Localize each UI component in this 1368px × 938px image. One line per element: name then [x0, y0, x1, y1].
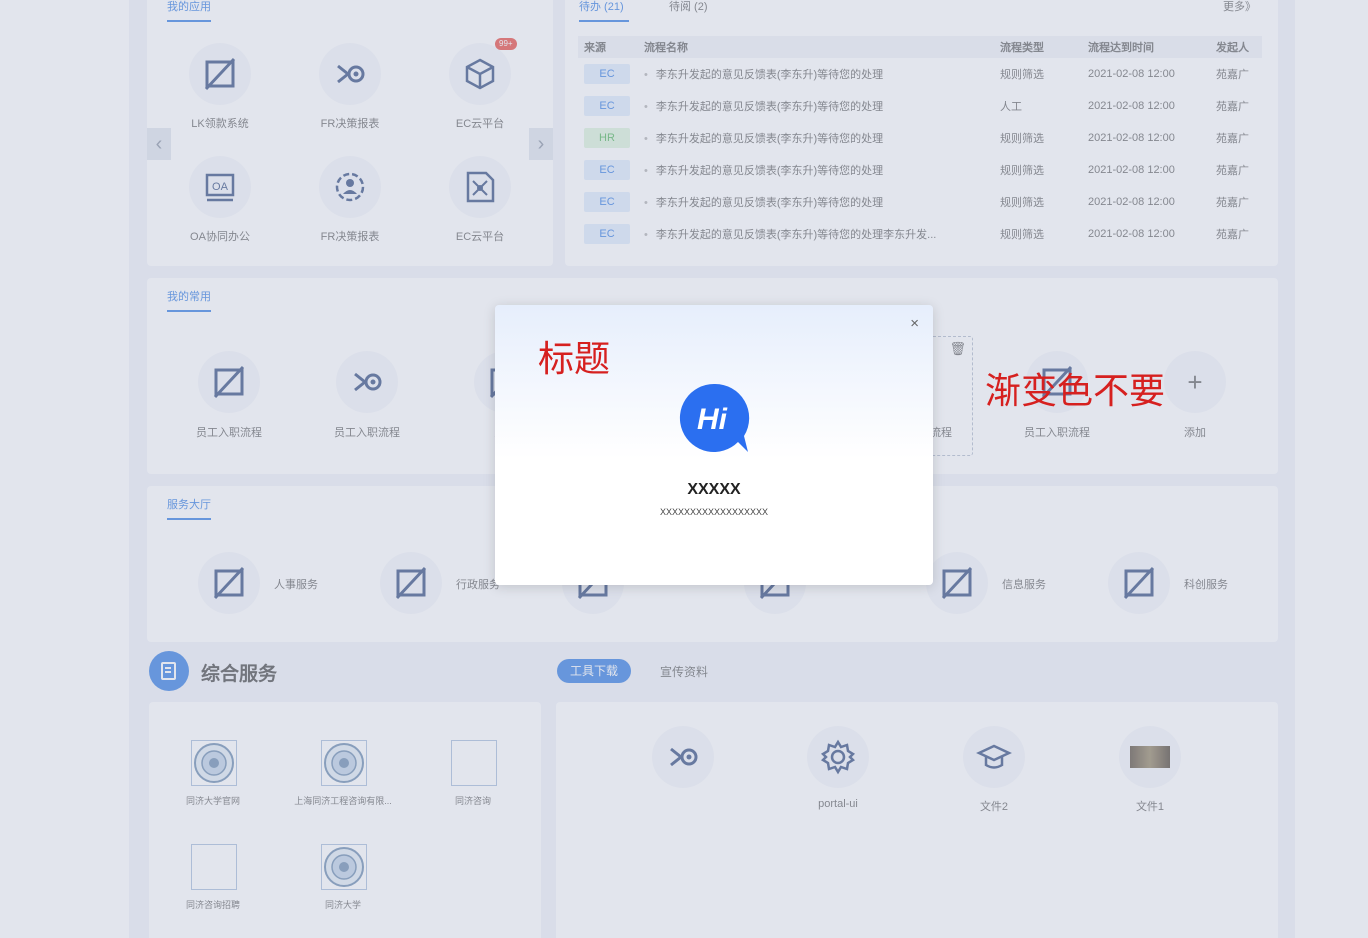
modal-name: XXXXX [687, 481, 741, 498]
logo-text: Hi [697, 403, 728, 436]
close-icon[interactable]: × [910, 315, 919, 332]
annotation-title: 标题 [538, 339, 611, 380]
modal-subtitle: XXXXXXXXXXXXXXXXXX [659, 507, 769, 517]
annotation-gradient: 渐变色不要 [985, 371, 1166, 412]
hi-logo-icon: Hi [678, 382, 750, 454]
